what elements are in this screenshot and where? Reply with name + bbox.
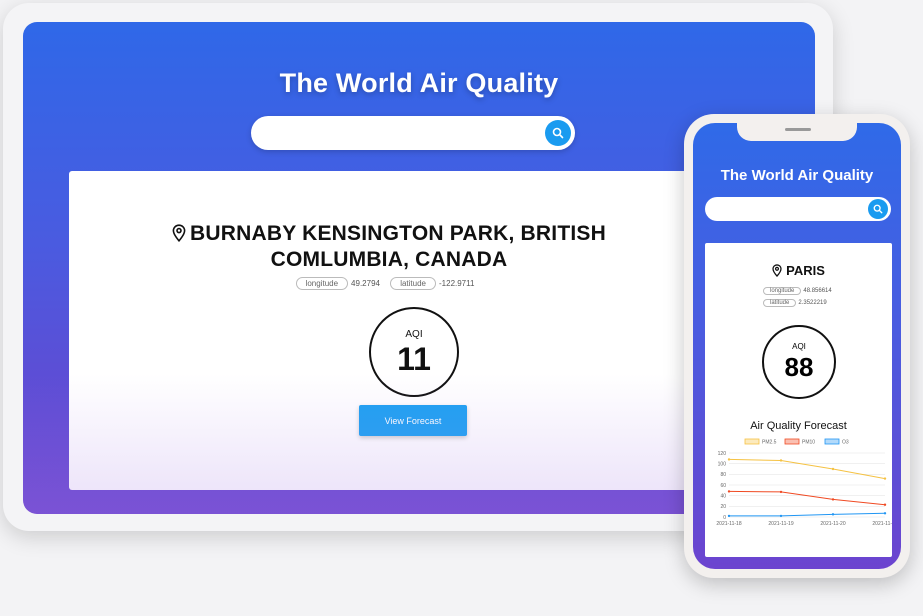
x-tick-label: 2021-11-20: [820, 521, 845, 527]
legend-swatch: [784, 438, 800, 445]
app-title: The World Air Quality: [279, 68, 559, 98]
phone-aqi-value: 88: [784, 352, 814, 382]
phone-aqi-badge: AQI 88: [762, 325, 836, 399]
aqi-badge: AQI 11: [369, 307, 459, 397]
phone-latitude-tag: latitude: [763, 299, 797, 307]
legend-label: PM10: [802, 440, 815, 446]
phone-device: The World Air Quality PARIS longitude 48.…: [684, 114, 910, 578]
data-point: [883, 503, 887, 506]
phone-search-bar[interactable]: [705, 197, 891, 221]
phone-longitude-value: 48.856614: [803, 288, 832, 294]
location-name: BURNABY KENSINGTON PARK, BRITISH COMLUMB…: [69, 221, 709, 273]
coordinates: longitude 49.2794 latitude -122.9711: [69, 277, 709, 290]
longitude-tag: longitude: [295, 277, 349, 290]
search-icon: [552, 127, 564, 139]
y-tick-label: 80: [720, 472, 726, 478]
legend-label: O3: [842, 440, 849, 446]
phone-search-button[interactable]: [868, 199, 888, 219]
data-point: [779, 514, 783, 518]
latitude-tag: latitude: [390, 277, 436, 290]
x-tick-label: 2021-11-19: [768, 521, 793, 527]
search-button[interactable]: [545, 120, 571, 146]
data-point: [727, 458, 731, 461]
aqi-value: 11: [397, 341, 431, 377]
data-point: [883, 477, 887, 480]
air-quality-card: BURNABY KENSINGTON PARK, BRITISH COMLUMB…: [69, 171, 709, 490]
phone-notch: [737, 123, 857, 141]
phone-coordinates: longitude 48.856614 latitude 2.3522219: [763, 287, 832, 311]
search-icon: [873, 204, 883, 214]
search-input[interactable]: [265, 122, 539, 146]
series-line: [728, 490, 886, 506]
legend-label: PM2.5: [762, 440, 777, 446]
phone-search-input[interactable]: [713, 201, 867, 219]
phone-location-name: PARIS: [705, 263, 892, 278]
data-point: [779, 490, 783, 494]
data-point: [727, 490, 731, 493]
x-tick-label: 2021-11-21: [872, 521, 892, 527]
data-point: [883, 512, 887, 515]
data-point: [727, 514, 731, 518]
phone-screen: The World Air Quality PARIS longitude 48.…: [693, 123, 901, 569]
legend-swatch: [744, 438, 760, 445]
phone-air-quality-card: PARIS longitude 48.856614 latitude 2.35222…: [705, 243, 892, 557]
phone-location-label: PARIS: [786, 263, 825, 278]
legend-swatch: [824, 438, 840, 445]
y-tick-label: 20: [720, 504, 726, 510]
data-point: [779, 459, 783, 462]
y-tick-label: 60: [720, 483, 726, 489]
forecast-chart: 0 20 40 60 80 100 120 2021-11-18 2021-11-19 2021-…: [716, 438, 892, 527]
series-line: [729, 512, 886, 517]
phone-app-title: The World Air Quality: [720, 167, 874, 184]
phone-aqi-label: AQI: [792, 342, 806, 351]
aqi-label: AQI: [405, 329, 423, 340]
phone-latitude-value: 2.3522219: [798, 300, 827, 306]
x-tick-label: 2021-11-18: [716, 521, 741, 527]
y-tick-label: 40: [720, 493, 726, 499]
data-point: [831, 467, 835, 471]
location-pin-icon: [172, 224, 186, 242]
phone-longitude-tag: longitude: [763, 287, 802, 295]
view-forecast-button[interactable]: View Forecast: [359, 405, 467, 436]
location-line-1: BURNABY KENSINGTON PARK, BRITISH: [190, 222, 606, 245]
series-line: [728, 458, 886, 480]
y-tick-label: 0: [723, 515, 726, 521]
location-pin-icon: [772, 264, 782, 277]
y-tick-label: 120: [718, 451, 727, 457]
latitude-value: -122.9711: [439, 279, 475, 288]
forecast-chart-title: Air Quality Forecast: [750, 420, 847, 432]
y-tick-label: 100: [718, 461, 727, 467]
longitude-value: 49.2794: [351, 279, 380, 288]
data-point: [831, 513, 835, 516]
data-point: [831, 498, 835, 501]
location-line-2: COMLUMBIA, CANADA: [270, 248, 508, 271]
search-bar[interactable]: [251, 116, 575, 150]
speaker-grille: [785, 128, 811, 131]
